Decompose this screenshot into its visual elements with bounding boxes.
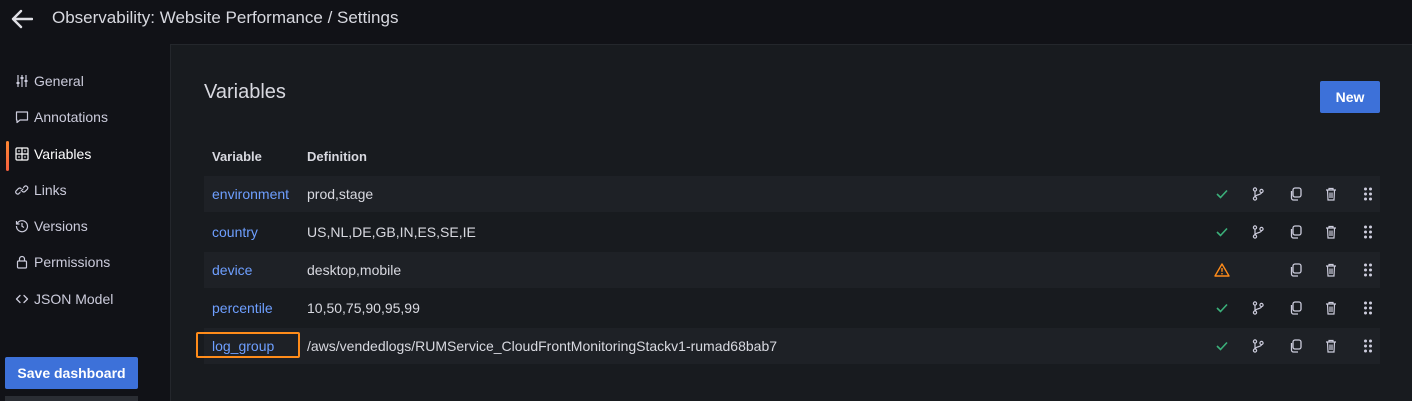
link-icon xyxy=(14,182,30,198)
check-icon xyxy=(1212,336,1232,356)
copy-icon[interactable] xyxy=(1285,260,1305,280)
sidebar-item-versions[interactable]: Versions xyxy=(0,211,170,241)
sidebar-item-label: Versions xyxy=(34,218,88,234)
calculator-icon xyxy=(14,146,30,162)
comment-icon xyxy=(14,109,30,125)
column-header-definition: Definition xyxy=(307,149,367,164)
table-row[interactable]: country US,NL,DE,GB,IN,ES,SE,IE xyxy=(204,214,1380,250)
drag-handle-icon[interactable] xyxy=(1358,260,1378,280)
code-branch-icon[interactable] xyxy=(1248,184,1268,204)
table-row[interactable]: percentile 10,50,75,90,95,99 xyxy=(204,290,1380,326)
drag-handle-icon[interactable] xyxy=(1358,298,1378,318)
table-row[interactable]: log_group /aws/vendedlogs/RUMService_Clo… xyxy=(196,328,1380,364)
variable-definition: desktop,mobile xyxy=(307,262,402,278)
check-icon xyxy=(1212,184,1232,204)
lock-icon xyxy=(14,254,30,270)
copy-icon[interactable] xyxy=(1285,184,1305,204)
drag-handle-icon[interactable] xyxy=(1358,184,1378,204)
table-row[interactable]: environment prod,stage xyxy=(204,176,1380,212)
sliders-icon xyxy=(14,73,30,89)
save-dashboard-button[interactable]: Save dashboard xyxy=(5,357,138,389)
variables-panel: Variables New Variable Definition enviro… xyxy=(170,44,1412,401)
history-icon xyxy=(14,218,30,234)
top-bar: Observability: Website Performance / Set… xyxy=(0,0,1412,44)
variable-definition: /aws/vendedlogs/RUMService_CloudFrontMon… xyxy=(307,338,778,354)
drag-handle-icon[interactable] xyxy=(1358,222,1378,242)
sidebar-item-label: Links xyxy=(34,182,67,198)
trash-icon[interactable] xyxy=(1321,184,1341,204)
sidebar-item-permissions[interactable]: Permissions xyxy=(0,247,170,277)
variable-name-link[interactable]: country xyxy=(212,224,258,240)
sidebar-item-label: General xyxy=(34,73,84,89)
warning-icon[interactable] xyxy=(1212,260,1232,280)
code-branch-icon[interactable] xyxy=(1248,222,1268,242)
trash-icon[interactable] xyxy=(1321,298,1341,318)
trash-icon[interactable] xyxy=(1321,222,1341,242)
column-header-variable: Variable xyxy=(212,149,262,164)
trash-icon[interactable] xyxy=(1321,336,1341,356)
sidebar-item-label: Variables xyxy=(34,146,92,162)
table-row[interactable]: device desktop,mobile xyxy=(204,252,1380,288)
variable-name-link[interactable]: log_group xyxy=(212,338,274,354)
sidebar-item-json-model[interactable]: JSON Model xyxy=(0,284,170,314)
variable-name-link[interactable]: percentile xyxy=(212,300,273,316)
variable-definition: US,NL,DE,GB,IN,ES,SE,IE xyxy=(307,224,476,240)
drag-handle-icon[interactable] xyxy=(1358,336,1378,356)
variable-name-link[interactable]: environment xyxy=(212,186,289,202)
sidebar-item-links[interactable]: Links xyxy=(0,175,170,205)
page-title: Observability: Website Performance / Set… xyxy=(52,8,399,27)
check-icon xyxy=(1212,298,1232,318)
new-variable-button[interactable]: New xyxy=(1320,81,1380,113)
secondary-button-edge[interactable] xyxy=(5,396,138,401)
sidebar-item-variables[interactable]: Variables xyxy=(0,139,170,171)
back-arrow-icon[interactable] xyxy=(10,7,34,31)
copy-icon[interactable] xyxy=(1285,298,1305,318)
sidebar-item-general[interactable]: General xyxy=(0,66,170,96)
sidebar-item-annotations[interactable]: Annotations xyxy=(0,102,170,132)
section-title: Variables xyxy=(204,81,286,103)
copy-icon[interactable] xyxy=(1285,336,1305,356)
code-branch-icon[interactable] xyxy=(1248,298,1268,318)
sidebar-item-label: Permissions xyxy=(34,254,111,270)
sidebar-item-label: Annotations xyxy=(34,109,108,125)
code-icon xyxy=(14,291,30,307)
sidebar-item-label: JSON Model xyxy=(34,291,114,307)
copy-icon[interactable] xyxy=(1285,222,1305,242)
code-branch-icon[interactable] xyxy=(1248,336,1268,356)
variable-definition: prod,stage xyxy=(307,186,374,202)
settings-sidebar: General Annotations Variables Links Vers… xyxy=(0,44,170,401)
check-icon xyxy=(1212,222,1232,242)
variable-name-link[interactable]: device xyxy=(212,262,252,278)
trash-icon[interactable] xyxy=(1321,260,1341,280)
variable-definition: 10,50,75,90,95,99 xyxy=(307,300,420,316)
